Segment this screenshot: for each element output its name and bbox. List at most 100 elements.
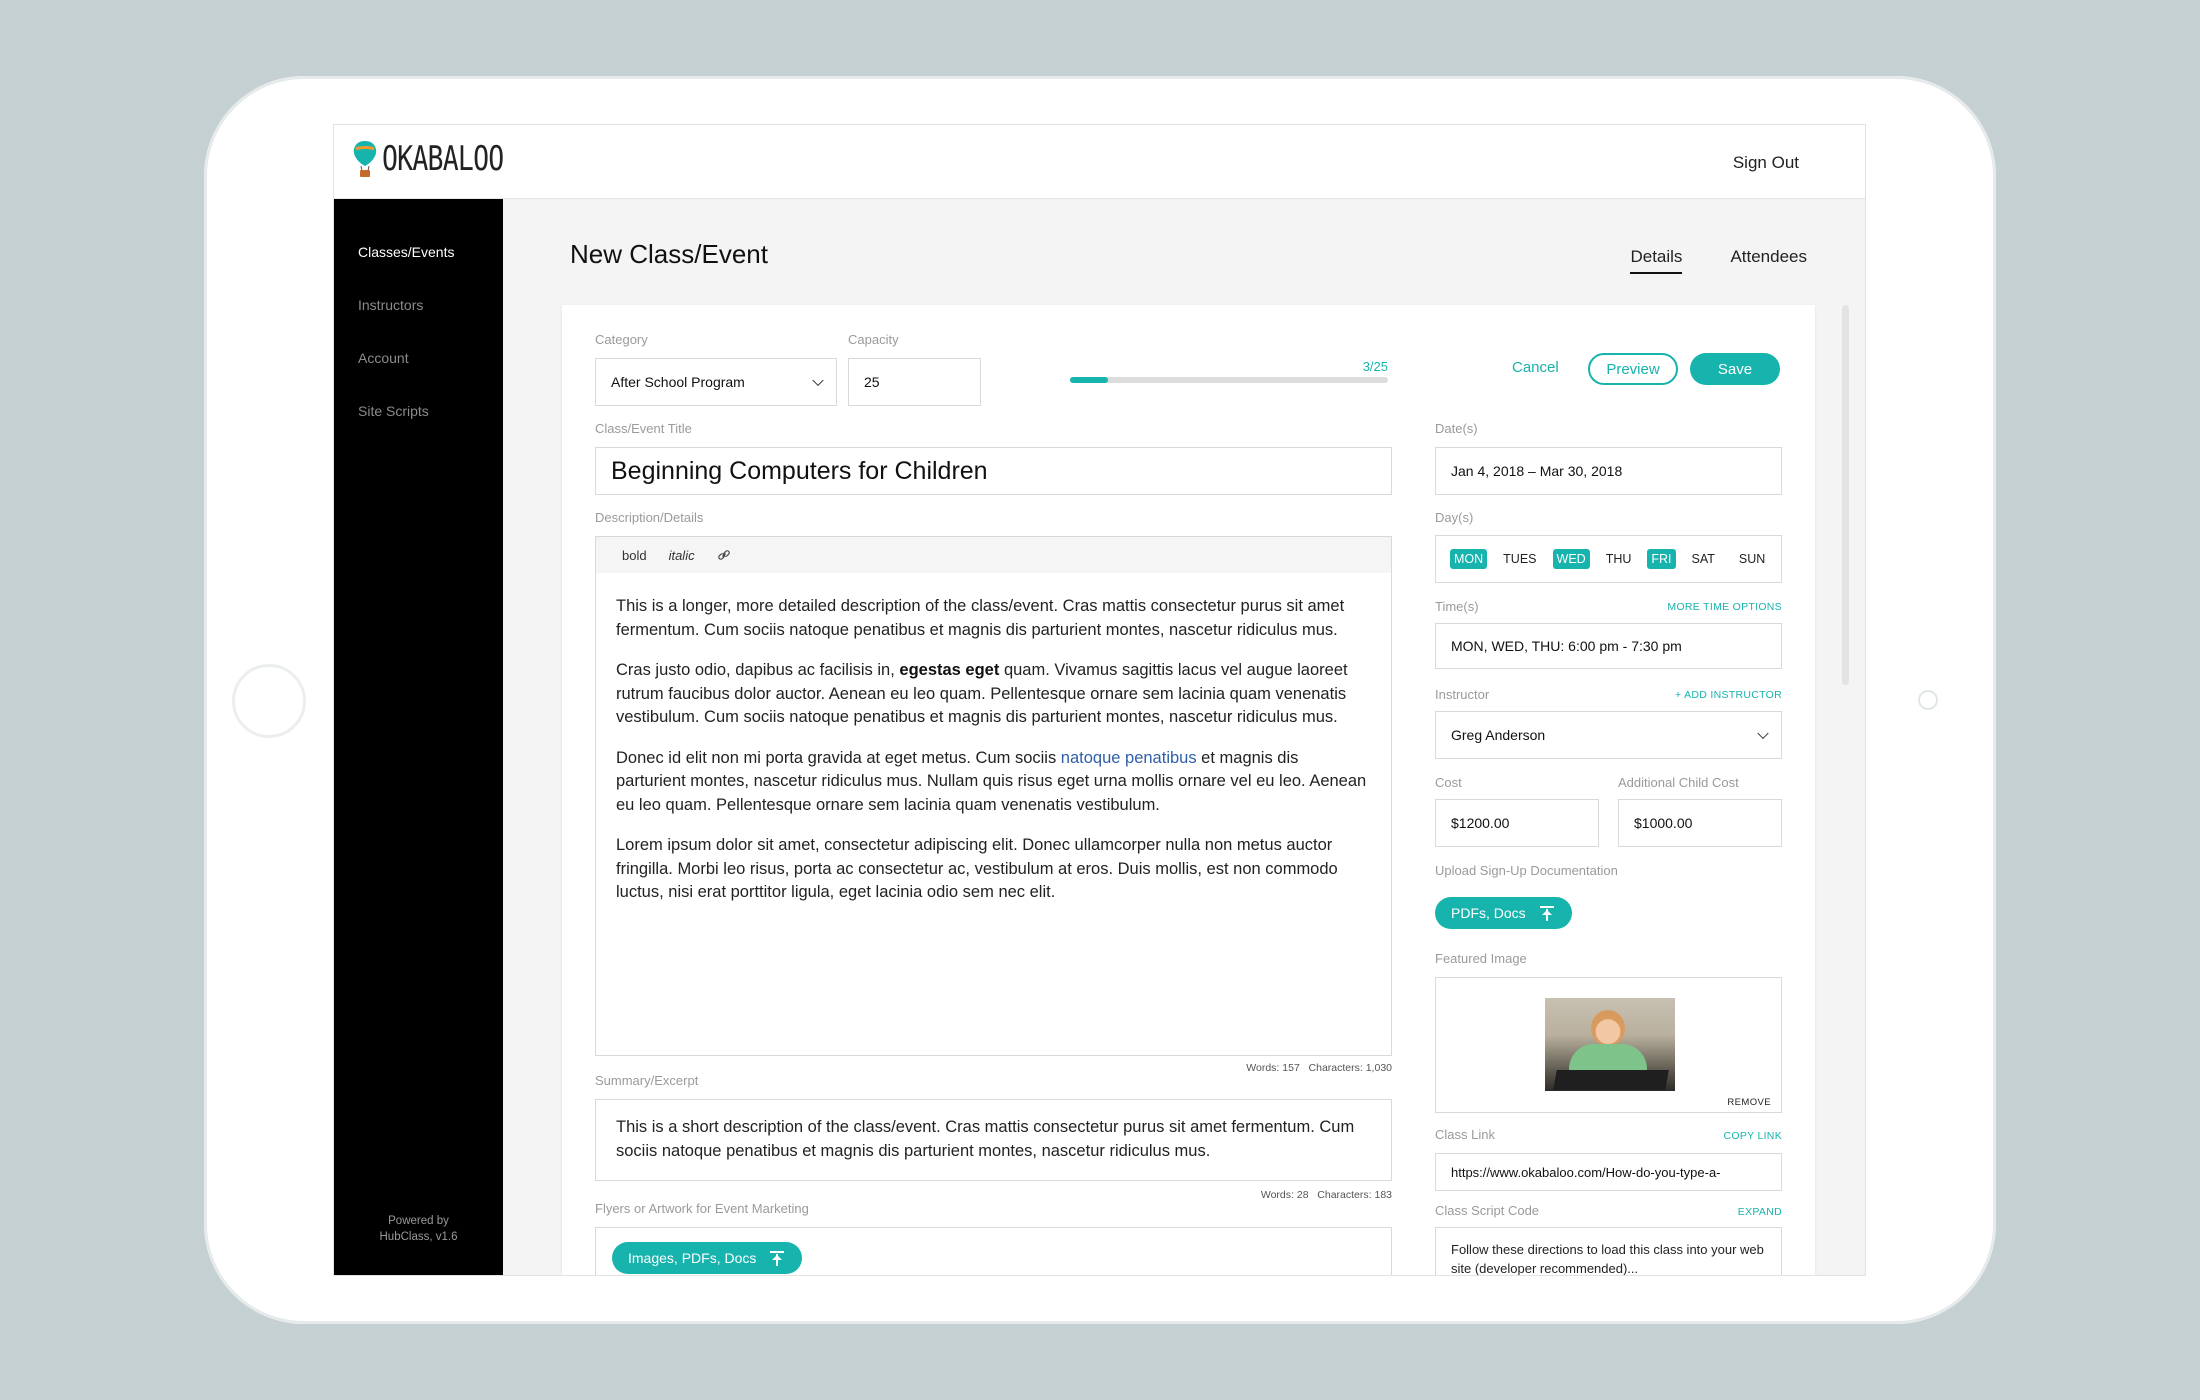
description-counts: Words: 157 Characters: 1,030 xyxy=(1246,1062,1392,1074)
tab-attendees[interactable]: Attendees xyxy=(1730,247,1807,274)
dates-label: Date(s) xyxy=(1435,421,1478,436)
day-wed[interactable]: WED xyxy=(1552,549,1590,569)
day-sun[interactable]: SUN xyxy=(1731,549,1773,569)
form-card: Category After School Program Capacity 2… xyxy=(562,305,1815,1275)
capacity-progress-bar xyxy=(1070,377,1388,383)
description-paragraph-3: Donec id elit non mi porta gravida at eg… xyxy=(616,748,1367,814)
upload-icon xyxy=(770,1250,785,1266)
day-sat[interactable]: SAT xyxy=(1684,549,1723,569)
times-input[interactable]: MON, WED, THU: 6:00 pm - 7:30 pm xyxy=(1435,623,1782,669)
day-tues[interactable]: TUES xyxy=(1495,549,1544,569)
instructor-value: Greg Anderson xyxy=(1451,727,1546,743)
title-label: Class/Event Title xyxy=(595,421,692,436)
sign-out-link[interactable]: Sign Out xyxy=(1733,153,1799,173)
sidebar: Classes/Events Instructors Account Site … xyxy=(334,199,503,1275)
featured-image-box[interactable]: REMOVE xyxy=(1435,977,1782,1113)
powered-by-line1: Powered by xyxy=(388,1215,449,1227)
capacity-input[interactable]: 25 xyxy=(848,358,981,406)
chevron-down-icon xyxy=(812,374,824,387)
additional-cost-label: Additional Child Cost xyxy=(1618,775,1739,790)
capacity-count: 3/25 xyxy=(1362,359,1388,374)
title-input[interactable]: Beginning Computers for Children xyxy=(595,447,1392,495)
remove-image-link[interactable]: REMOVE xyxy=(1727,1097,1771,1108)
upload-docs-button[interactable]: PDFs, Docs xyxy=(1435,897,1572,929)
upload-docs-label-text: PDFs, Docs xyxy=(1451,905,1526,921)
additional-cost-input[interactable]: $1000.00 xyxy=(1618,799,1782,847)
class-link-label: Class Link xyxy=(1435,1127,1495,1142)
tab-bar: Details Attendees xyxy=(1630,247,1807,274)
inline-link[interactable]: natoque penatibus xyxy=(1061,749,1197,767)
description-paragraph-2: Cras justo odio, dapibus ac facilisis in… xyxy=(616,661,1348,726)
flyers-dropzone[interactable]: Images, PDFs, Docs xyxy=(595,1227,1392,1275)
description-paragraph-4: Lorem ipsum dolor sit amet, consectetur … xyxy=(616,836,1338,901)
class-link-value: https://www.okabaloo.com/How-do-you-type… xyxy=(1451,1164,1721,1180)
editor-toolbar: bold italic xyxy=(596,537,1391,573)
category-value: After School Program xyxy=(611,374,745,390)
capacity-progress-fill xyxy=(1070,377,1109,383)
logo-text: OKABALOO xyxy=(382,139,504,179)
category-label: Category xyxy=(595,332,648,347)
upload-docs-label: Upload Sign-Up Documentation xyxy=(1435,863,1618,878)
times-value: MON, WED, THU: 6:00 pm - 7:30 pm xyxy=(1451,638,1682,654)
tablet-camera xyxy=(1918,690,1938,710)
app-screen: OKABALOO Sign Out Classes/Events Instruc… xyxy=(333,124,1866,1276)
dates-input[interactable]: Jan 4, 2018 – Mar 30, 2018 xyxy=(1435,447,1782,495)
cost-label: Cost xyxy=(1435,775,1462,790)
more-time-options-link[interactable]: MORE TIME OPTIONS xyxy=(1667,601,1782,613)
capacity-label: Capacity xyxy=(848,332,899,347)
cancel-button[interactable]: Cancel xyxy=(1512,359,1559,376)
logo[interactable]: OKABALOO xyxy=(352,139,538,179)
cost-value: $1200.00 xyxy=(1451,815,1510,831)
day-thu[interactable]: THU xyxy=(1598,549,1640,569)
flyers-upload-label: Images, PDFs, Docs xyxy=(628,1250,757,1266)
featured-image-photo xyxy=(1545,998,1675,1091)
summary-label: Summary/Excerpt xyxy=(595,1073,699,1088)
powered-by-line2: HubClass, v1.6 xyxy=(379,1231,458,1243)
summary-counts: Words: 28 Characters: 183 xyxy=(1260,1189,1392,1201)
tablet-home-button xyxy=(232,664,306,738)
copy-link-button[interactable]: COPY LINK xyxy=(1723,1130,1782,1142)
sidebar-item-site-scripts[interactable]: Site Scripts xyxy=(358,403,429,419)
description-paragraph-1: This is a longer, more detailed descript… xyxy=(616,597,1345,639)
flyers-upload-button[interactable]: Images, PDFs, Docs xyxy=(612,1242,803,1274)
preview-button[interactable]: Preview xyxy=(1588,353,1678,385)
sidebar-item-account[interactable]: Account xyxy=(358,350,409,366)
additional-cost-value: $1000.00 xyxy=(1634,815,1693,831)
scrollbar[interactable] xyxy=(1842,305,1849,685)
powered-by: Powered by HubClass, v1.6 xyxy=(334,1213,503,1245)
chevron-down-icon xyxy=(1757,727,1769,740)
category-select[interactable]: After School Program xyxy=(595,358,837,406)
dates-value: Jan 4, 2018 – Mar 30, 2018 xyxy=(1451,463,1623,479)
instructor-label: Instructor xyxy=(1435,687,1490,702)
bold-button[interactable]: bold xyxy=(622,548,647,563)
top-bar: OKABALOO Sign Out xyxy=(334,125,1865,199)
add-instructor-link[interactable]: + ADD INSTRUCTOR xyxy=(1675,689,1782,701)
instructor-select[interactable]: Greg Anderson xyxy=(1435,711,1782,759)
title-value: Beginning Computers for Children xyxy=(611,456,988,485)
cost-input[interactable]: $1200.00 xyxy=(1435,799,1599,847)
flyers-label: Flyers or Artwork for Event Marketing xyxy=(595,1201,809,1216)
expand-script-link[interactable]: EXPAND xyxy=(1738,1206,1782,1218)
sidebar-item-instructors[interactable]: Instructors xyxy=(358,297,423,313)
times-label: Time(s) xyxy=(1435,599,1479,614)
italic-button[interactable]: italic xyxy=(669,548,695,563)
sidebar-item-classes-events[interactable]: Classes/Events xyxy=(358,244,454,260)
featured-image-label: Featured Image xyxy=(1435,951,1527,966)
script-code-label: Class Script Code xyxy=(1435,1203,1540,1218)
description-editor[interactable]: bold italic This is a longer, more detai… xyxy=(595,536,1392,1056)
day-mon[interactable]: MON xyxy=(1450,549,1488,569)
days-selector: MON TUES WED THU FRI SAT SUN xyxy=(1435,535,1782,583)
summary-input[interactable]: This is a short description of the class… xyxy=(595,1099,1392,1181)
day-fri[interactable]: FRI xyxy=(1647,549,1676,569)
class-link-input[interactable]: https://www.okabaloo.com/How-do-you-type… xyxy=(1435,1153,1782,1191)
save-button[interactable]: Save xyxy=(1690,353,1780,385)
days-label: Day(s) xyxy=(1435,510,1474,525)
editor-body[interactable]: This is a longer, more detailed descript… xyxy=(596,573,1391,905)
upload-icon xyxy=(1539,905,1554,921)
tab-details[interactable]: Details xyxy=(1630,247,1683,274)
page-title: New Class/Event xyxy=(570,239,768,269)
bold-text: egestas eget xyxy=(899,661,1000,679)
link-icon[interactable] xyxy=(717,548,731,562)
capacity-value: 25 xyxy=(864,374,880,390)
script-code-box[interactable]: Follow these directions to load this cla… xyxy=(1435,1227,1782,1275)
